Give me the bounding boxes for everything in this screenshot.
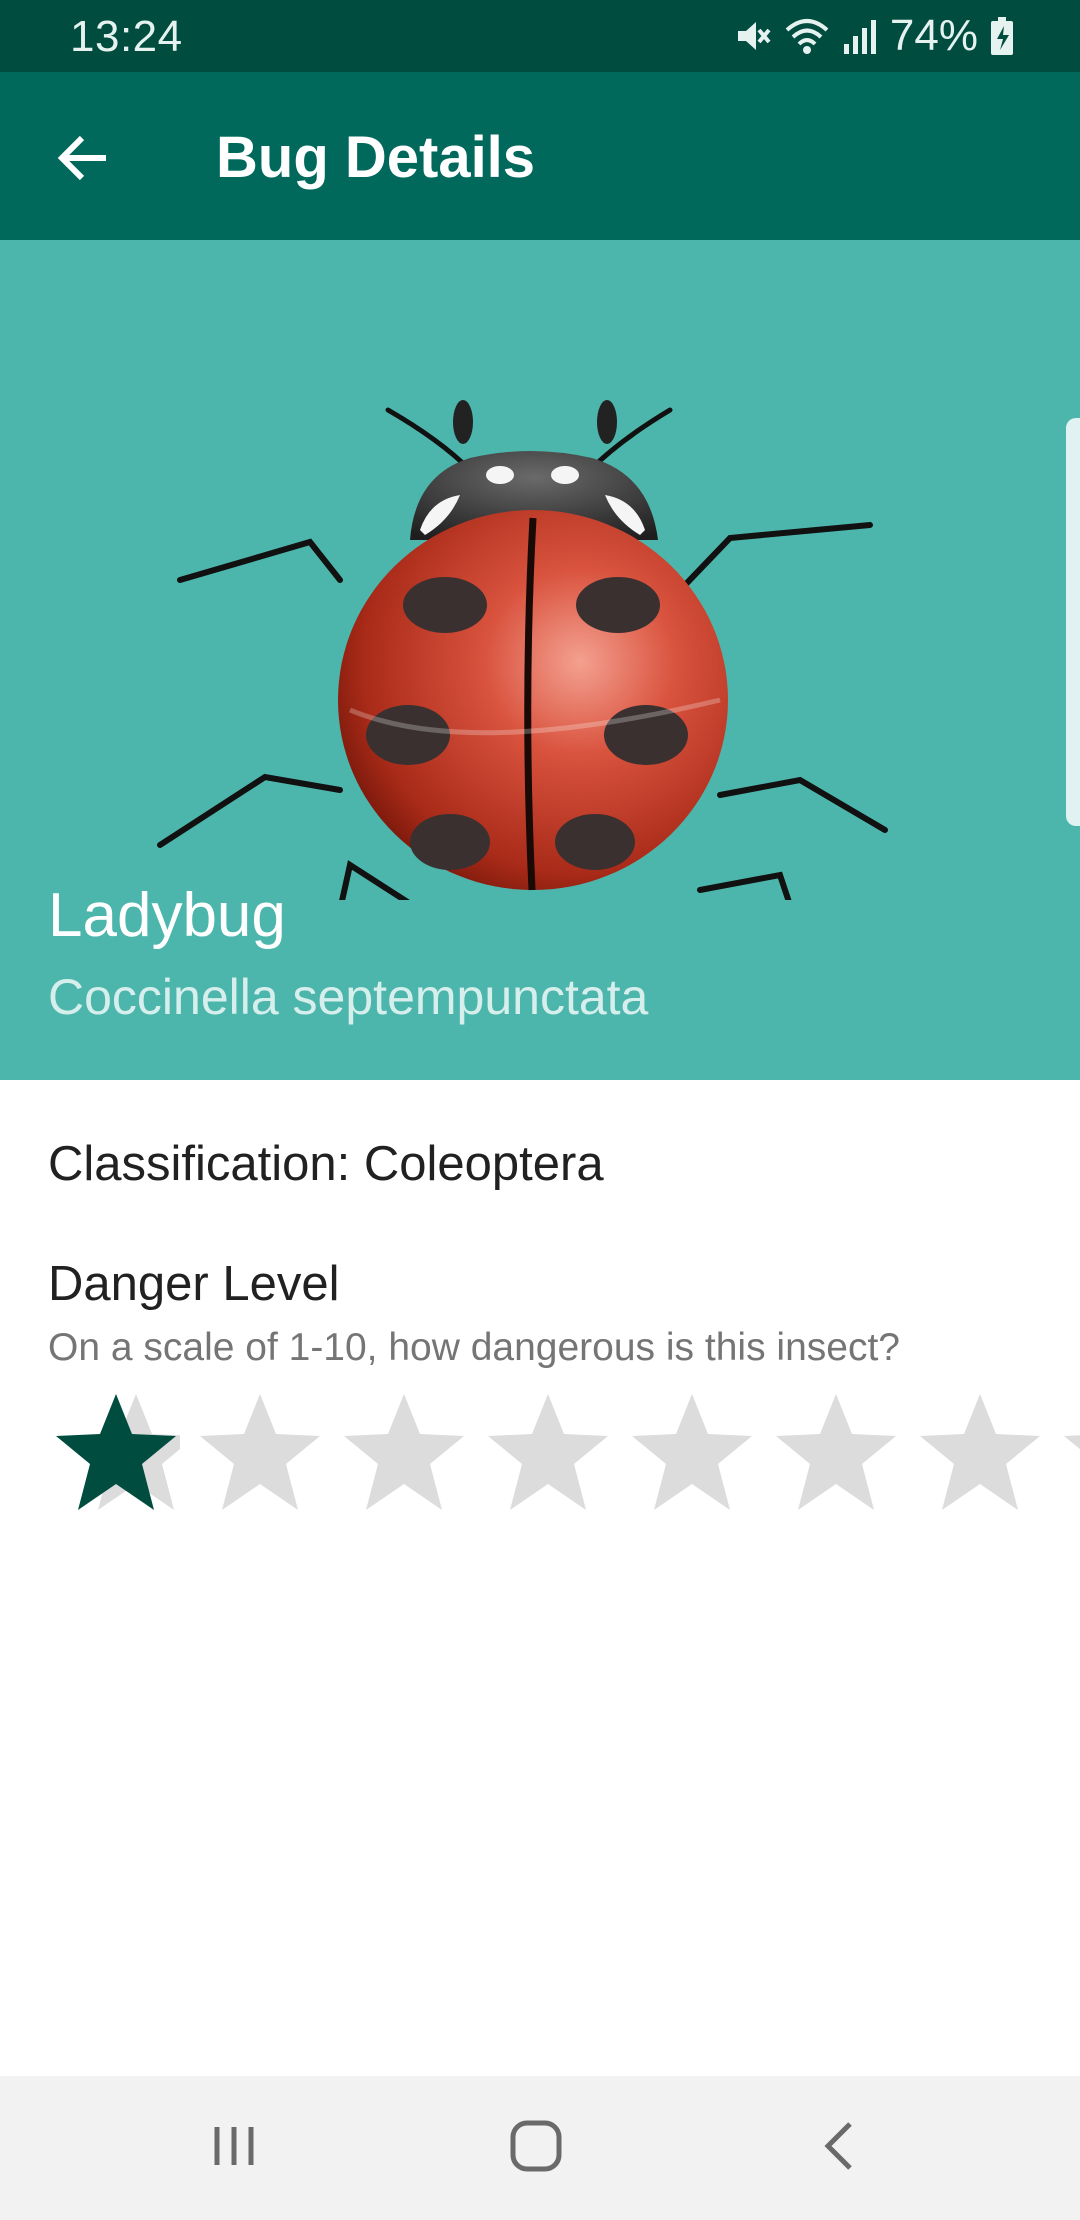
page-title: Bug Details: [216, 125, 536, 190]
status-icons: 74%: [732, 10, 1014, 62]
status-bar: 13:24 74%: [0, 0, 1080, 72]
wifi-icon: [784, 16, 830, 56]
danger-level-subtitle: On a scale of 1-10, how dangerous is thi…: [48, 1326, 900, 1369]
battery-charging-icon: [990, 16, 1014, 56]
nav-back-button[interactable]: [790, 2098, 890, 2198]
danger-rating-bar[interactable]: [0, 1382, 1080, 1522]
recent-apps-icon: [209, 2121, 259, 2176]
battery-percent: 74%: [889, 11, 978, 60]
home-button[interactable]: [486, 2098, 586, 2198]
system-nav-bar: [0, 2076, 1080, 2220]
mute-icon: [732, 16, 772, 56]
home-icon: [508, 2118, 564, 2179]
rating-star[interactable]: [1060, 1390, 1080, 1514]
recent-apps-button[interactable]: [184, 2098, 284, 2198]
classification-text: Classification: Coleoptera: [48, 1137, 604, 1191]
status-time: 13:24: [70, 12, 183, 61]
rating-star[interactable]: [52, 1390, 196, 1514]
back-icon: [820, 2118, 860, 2179]
bug-hero: Ladybug Coccinella septempunctata: [0, 240, 1080, 1080]
rating-star[interactable]: [196, 1390, 324, 1514]
ladybug-illustration: [140, 380, 920, 958]
scrollbar[interactable]: [1066, 418, 1080, 826]
back-button[interactable]: [36, 112, 132, 208]
arrow-back-icon: [56, 130, 112, 191]
signal-icon: [842, 16, 878, 56]
danger-level-title: Danger Level: [48, 1257, 340, 1311]
app-bar: Bug Details: [0, 72, 1080, 240]
rating-star[interactable]: [628, 1390, 756, 1514]
rating-star[interactable]: [916, 1390, 1044, 1514]
bug-name: Ladybug: [48, 881, 286, 950]
bug-scientific-name: Coccinella septempunctata: [48, 969, 649, 1025]
rating-star[interactable]: [772, 1390, 900, 1514]
rating-star[interactable]: [484, 1390, 612, 1514]
rating-star[interactable]: [340, 1390, 468, 1514]
